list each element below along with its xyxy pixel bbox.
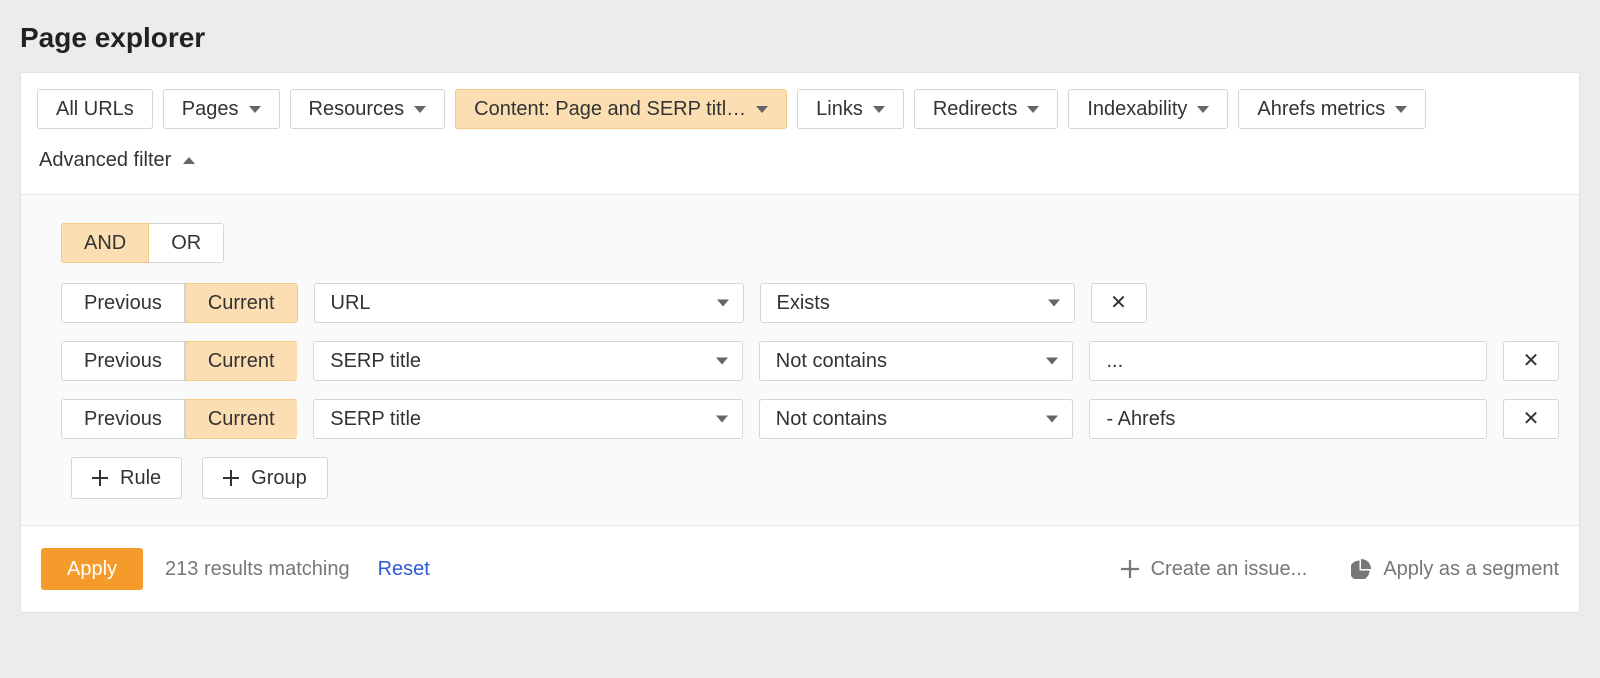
chevron-down-icon [873, 106, 885, 113]
column-preset-toolbar: All URLs Pages Resources Content: Page a… [21, 73, 1579, 129]
pie-chart-icon [1351, 559, 1371, 579]
apply-segment-button[interactable]: Apply as a segment [1351, 558, 1559, 581]
preset-label: Indexability [1087, 98, 1187, 121]
value-input[interactable] [1089, 341, 1487, 381]
chevron-down-icon [1197, 106, 1209, 113]
field-select-value: SERP title [330, 350, 421, 373]
chevron-down-icon [414, 106, 426, 113]
condition-select-value: Exists [777, 292, 830, 315]
chevron-down-icon [756, 106, 768, 113]
scope-previous-button[interactable]: Previous [61, 399, 185, 439]
apply-segment-label: Apply as a segment [1383, 558, 1559, 581]
filter-footer: Apply 213 results matching Reset Create … [21, 526, 1579, 612]
preset-redirects[interactable]: Redirects [914, 89, 1058, 129]
chevron-down-icon [716, 358, 728, 365]
results-count: 213 results matching [165, 558, 350, 581]
field-select[interactable]: URL [314, 283, 744, 323]
scope-current-button[interactable]: Current [185, 399, 297, 439]
remove-rule-button[interactable] [1091, 283, 1147, 323]
chevron-down-icon [717, 300, 729, 307]
logic-and-button[interactable]: AND [61, 223, 149, 263]
chevron-up-icon [183, 157, 195, 164]
create-issue-button[interactable]: Create an issue... [1121, 558, 1308, 581]
chevron-down-icon [1395, 106, 1407, 113]
advanced-filter-label: Advanced filter [39, 149, 171, 172]
chevron-down-icon [249, 106, 261, 113]
add-rule-label: Rule [120, 467, 161, 490]
scope-current-button[interactable]: Current [185, 341, 297, 381]
add-group-button[interactable]: Group [202, 457, 328, 499]
remove-rule-button[interactable] [1503, 341, 1559, 381]
preset-all-urls[interactable]: All URLs [37, 89, 153, 129]
condition-select-value: Not contains [776, 408, 887, 431]
close-icon [1523, 409, 1540, 429]
close-icon [1110, 293, 1127, 313]
scope-previous-button[interactable]: Previous [61, 341, 185, 381]
page-title: Page explorer [20, 22, 1600, 54]
preset-links[interactable]: Links [797, 89, 904, 129]
scope-previous-button[interactable]: Previous [61, 283, 185, 323]
preset-label: Resources [309, 98, 405, 121]
filter-builder: AND OR Previous Current URL Exists [21, 194, 1579, 526]
preset-label: Content: Page and SERP titl… [474, 98, 746, 121]
field-select-value: SERP title [330, 408, 421, 431]
scope-current-button[interactable]: Current [185, 283, 298, 323]
rule-row: Previous Current URL Exists [61, 283, 1559, 323]
plus-icon [223, 470, 239, 486]
preset-resources[interactable]: Resources [290, 89, 446, 129]
rules-list: Previous Current URL Exists Previ [41, 283, 1559, 439]
advanced-filter-toggle[interactable]: Advanced filter [21, 129, 1579, 194]
chevron-down-icon [1048, 300, 1060, 307]
logic-switch: AND OR [61, 223, 224, 263]
plus-icon [1121, 560, 1139, 578]
scope-toggle: Previous Current [61, 399, 297, 439]
rule-row: Previous Current SERP title Not contains [61, 399, 1559, 439]
plus-icon [92, 470, 108, 486]
field-select[interactable]: SERP title [313, 341, 743, 381]
field-select-value: URL [331, 292, 371, 315]
reset-link[interactable]: Reset [378, 558, 430, 581]
value-input[interactable] [1089, 399, 1487, 439]
condition-select[interactable]: Not contains [759, 341, 1074, 381]
apply-button[interactable]: Apply [41, 548, 143, 590]
logic-or-button[interactable]: OR [149, 223, 224, 263]
preset-indexability[interactable]: Indexability [1068, 89, 1228, 129]
explorer-panel: All URLs Pages Resources Content: Page a… [20, 72, 1580, 613]
add-controls: Rule Group [71, 457, 1559, 499]
preset-label: All URLs [56, 98, 134, 121]
create-issue-label: Create an issue... [1151, 558, 1308, 581]
chevron-down-icon [1046, 358, 1058, 365]
preset-ahrefs-metrics[interactable]: Ahrefs metrics [1238, 89, 1426, 129]
chevron-down-icon [716, 416, 728, 423]
condition-select[interactable]: Not contains [759, 399, 1074, 439]
field-select[interactable]: SERP title [313, 399, 743, 439]
preset-label: Redirects [933, 98, 1017, 121]
preset-label: Ahrefs metrics [1257, 98, 1385, 121]
preset-content-active[interactable]: Content: Page and SERP titl… [455, 89, 787, 129]
chevron-down-icon [1027, 106, 1039, 113]
close-icon [1523, 351, 1540, 371]
add-group-label: Group [251, 467, 307, 490]
remove-rule-button[interactable] [1503, 399, 1559, 439]
add-rule-button[interactable]: Rule [71, 457, 182, 499]
condition-select-value: Not contains [776, 350, 887, 373]
condition-select[interactable]: Exists [760, 283, 1075, 323]
preset-label: Links [816, 98, 863, 121]
scope-toggle: Previous Current [61, 341, 297, 381]
rule-row: Previous Current SERP title Not contains [61, 341, 1559, 381]
scope-toggle: Previous Current [61, 283, 298, 323]
preset-pages[interactable]: Pages [163, 89, 280, 129]
preset-label: Pages [182, 98, 239, 121]
chevron-down-icon [1046, 416, 1058, 423]
